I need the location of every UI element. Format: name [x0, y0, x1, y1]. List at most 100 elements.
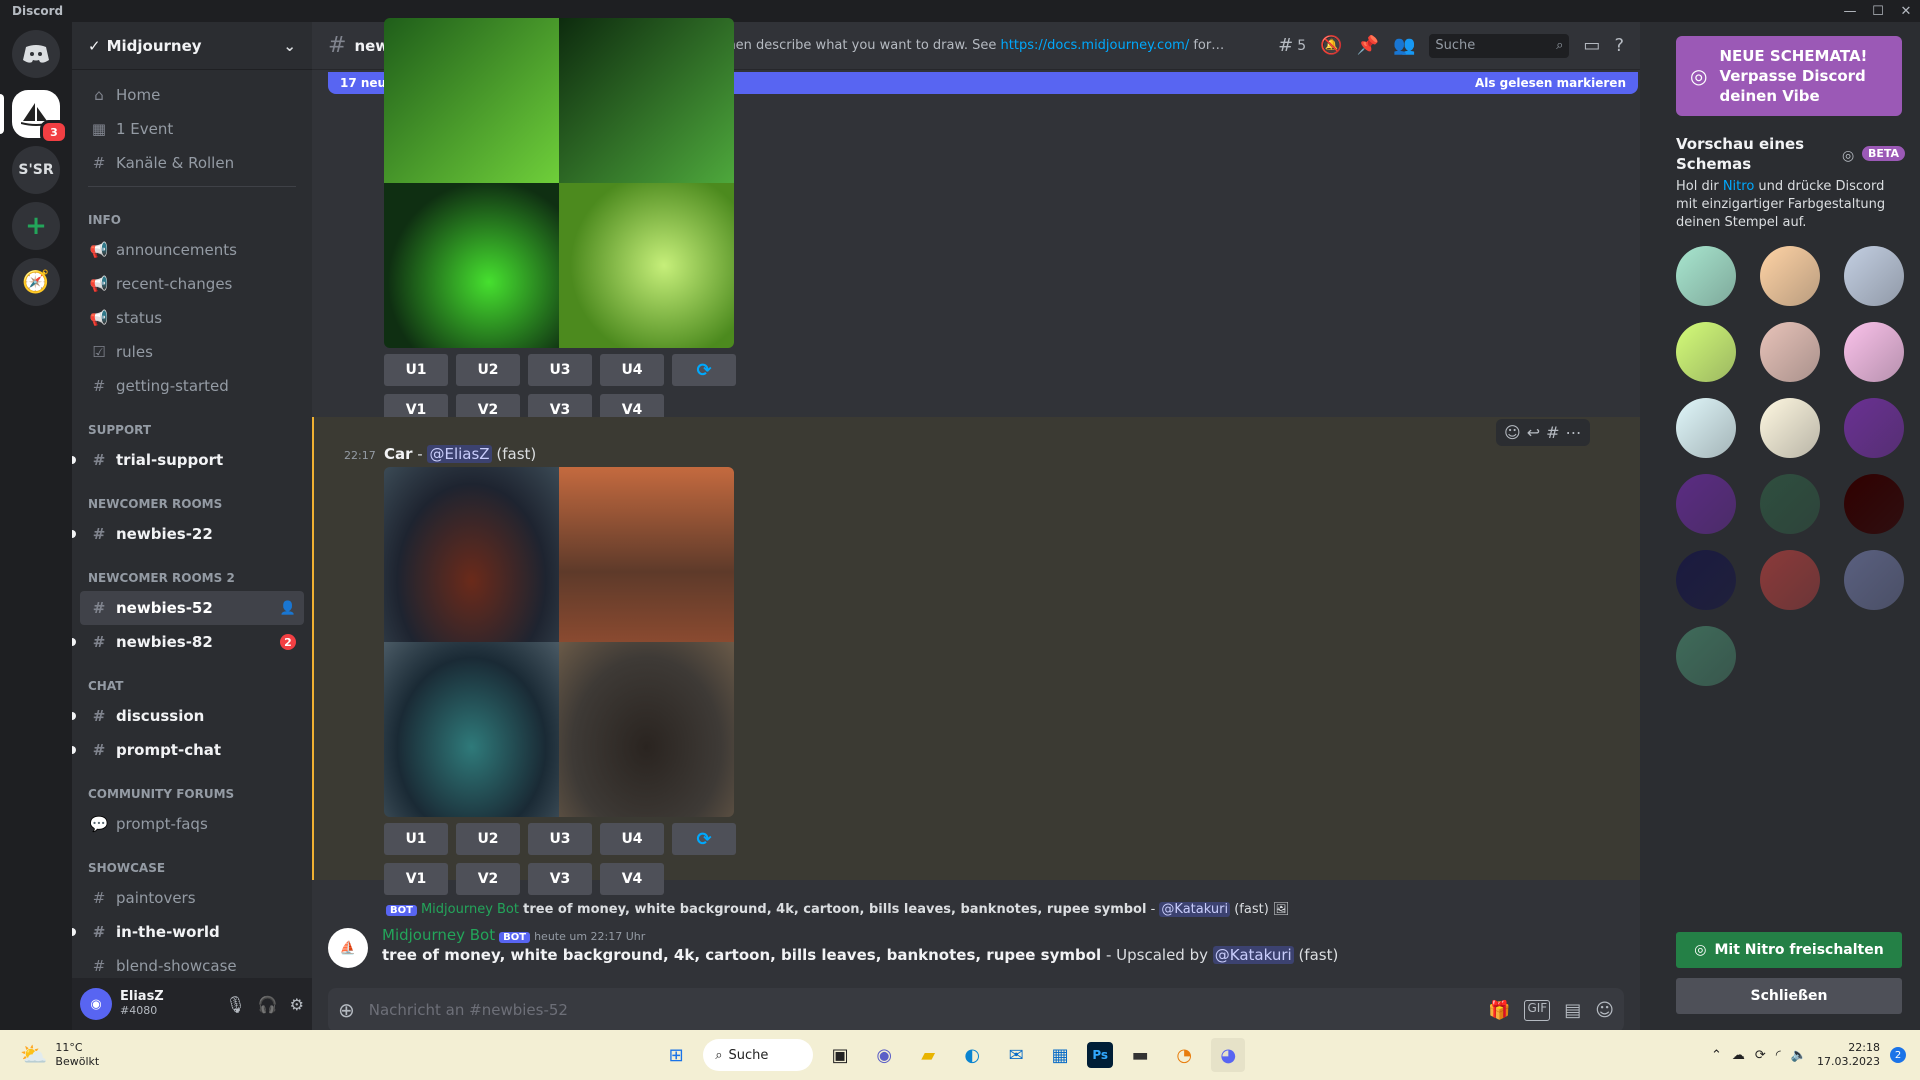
unlock-nitro-button[interactable]: ◎ Mit Nitro freischalten — [1676, 932, 1902, 968]
theme-swatch[interactable] — [1676, 246, 1736, 306]
reply-icon[interactable]: ↩ — [1527, 423, 1540, 442]
sticker-icon[interactable]: ▤ — [1564, 1000, 1581, 1021]
u1-button[interactable]: U1 — [384, 823, 448, 855]
explore-servers-icon[interactable]: 🧭 — [12, 258, 60, 306]
channel-status[interactable]: 📢 status — [80, 301, 304, 335]
user-mention[interactable]: @Katakuri — [1159, 902, 1231, 917]
theme-swatch[interactable] — [1676, 398, 1736, 458]
promo-banner[interactable]: ◎ NEUE SCHEMATA! Verpasse Discord deinen… — [1676, 36, 1902, 116]
grid-image[interactable] — [384, 18, 559, 183]
channel-newbies-82[interactable]: # newbies-82 2 — [72, 625, 304, 659]
maximize-icon[interactable]: ☐ — [1864, 4, 1892, 19]
user-mention[interactable]: @EliasZ — [427, 445, 492, 463]
channel-recent-changes[interactable]: 📢 recent-changes — [80, 267, 304, 301]
category-forums[interactable]: COMMUNITY FORUMS — [72, 767, 312, 807]
channel-paintovers[interactable]: # paintovers — [80, 881, 304, 915]
theme-swatch[interactable] — [1760, 550, 1820, 610]
mark-read-button[interactable]: Als gelesen markieren — [1475, 76, 1626, 90]
u4-button[interactable]: U4 — [600, 354, 664, 386]
reply-reference[interactable]: BOT Midjourney Bot tree of money, white b… — [382, 902, 1289, 917]
sync-icon[interactable]: ⟳ — [1755, 1048, 1766, 1063]
theme-swatch[interactable] — [1760, 398, 1820, 458]
channel-announcements[interactable]: 📢 announcements — [80, 233, 304, 267]
mail-icon[interactable]: ✉ — [999, 1038, 1033, 1072]
image-grid-previous[interactable] — [384, 18, 734, 348]
taskbar-search[interactable]: ⌕ Suche — [703, 1039, 814, 1071]
emoji-icon[interactable]: ☺ — [1595, 1000, 1614, 1021]
nav-home[interactable]: ⌂ Home — [80, 78, 304, 112]
nav-channels-roles[interactable]: # Kanäle & Rollen — [80, 146, 304, 180]
reroll-icon[interactable]: ⟳ — [672, 354, 736, 386]
close-window-icon[interactable]: ✕ — [1892, 4, 1920, 19]
guild-header[interactable]: ✓ Midjourney ⌄ — [72, 22, 312, 70]
add-server-icon[interactable]: + — [12, 202, 60, 250]
theme-swatch[interactable] — [1844, 322, 1904, 382]
theme-swatch[interactable] — [1844, 246, 1904, 306]
bot-avatar[interactable]: ⛵ — [328, 928, 368, 968]
category-support[interactable]: SUPPORT — [72, 403, 312, 443]
notification-badge[interactable]: 2 — [1890, 1047, 1906, 1063]
grid-image[interactable] — [384, 467, 559, 642]
avatar[interactable]: ◉ — [80, 988, 112, 1020]
category-chat[interactable]: CHAT — [72, 659, 312, 699]
theme-swatch[interactable] — [1844, 474, 1904, 534]
message-composer[interactable]: ⊕ Nachricht an #newbies-52 🎁 GIF ▤ ☺ — [328, 988, 1624, 1032]
u3-button[interactable]: U3 — [528, 354, 592, 386]
channel-prompt-faqs[interactable]: 💬 prompt-faqs — [80, 807, 304, 841]
weather-widget[interactable]: 11°C Bewölkt — [55, 1041, 99, 1069]
wifi-icon[interactable]: ◜ — [1776, 1048, 1781, 1063]
theme-swatch[interactable] — [1676, 550, 1736, 610]
theme-swatch[interactable] — [1676, 626, 1736, 686]
grid-image[interactable] — [384, 642, 559, 817]
v2-button[interactable]: V2 — [456, 863, 520, 895]
theme-swatch[interactable] — [1676, 322, 1736, 382]
grid-image[interactable] — [559, 467, 734, 642]
discord-home-icon[interactable] — [12, 30, 60, 78]
bot-author[interactable]: Midjourney Bot — [382, 926, 495, 944]
members-icon[interactable]: 👥 — [1393, 35, 1415, 56]
category-showcase[interactable]: SHOWCASE — [72, 841, 312, 881]
channel-newbies-22[interactable]: # newbies-22 — [72, 517, 304, 551]
windows-start-icon[interactable]: ⊞ — [659, 1038, 693, 1072]
bot-message[interactable]: Midjourney Bot BOT heute um 22:17 Uhr tree… — [382, 926, 1338, 964]
attach-plus-icon[interactable]: ⊕ — [338, 998, 355, 1022]
category-newcomer-2[interactable]: NEWCOMER ROOMS 2 — [72, 551, 312, 591]
volume-icon[interactable]: 🔈 — [1791, 1048, 1807, 1063]
channel-in-the-world[interactable]: # in-the-world — [72, 915, 304, 949]
category-info[interactable]: INFO — [72, 193, 312, 233]
search-input[interactable]: Suche ⌕ — [1429, 33, 1570, 58]
image-grid-car[interactable] — [384, 467, 734, 817]
user-mention[interactable]: @Katakuri — [1212, 946, 1294, 964]
weather-icon[interactable]: ⛅ — [20, 1043, 47, 1068]
v3-button[interactable]: V3 — [528, 863, 592, 895]
channel-prompt-chat[interactable]: # prompt-chat — [72, 733, 304, 767]
thread-icon[interactable]: # — [1546, 423, 1559, 442]
teams-icon[interactable]: ◉ — [867, 1038, 901, 1072]
terminal-icon[interactable]: ▬ — [1123, 1038, 1157, 1072]
channel-trial-support[interactable]: # trial-support — [72, 443, 304, 477]
photoshop-icon[interactable]: Ps — [1087, 1042, 1114, 1068]
headphones-icon[interactable]: 🎧 — [258, 995, 278, 1014]
grid-image[interactable] — [559, 18, 734, 183]
file-explorer-icon[interactable]: ▰ — [911, 1038, 945, 1072]
inbox-icon[interactable]: ▭ — [1583, 35, 1600, 56]
invite-icon[interactable]: 👤 — [280, 601, 296, 616]
discord-taskbar-icon[interactable]: ◕ — [1211, 1038, 1246, 1072]
task-view-icon[interactable]: ▣ — [823, 1038, 857, 1072]
topic-link[interactable]: https://docs.midjourney.com/ — [1001, 38, 1190, 53]
grid-image[interactable] — [559, 642, 734, 817]
threads-icon[interactable]: # — [1278, 35, 1293, 56]
reroll-icon[interactable]: ⟳ — [672, 823, 736, 855]
pin-icon[interactable]: 📌 — [1357, 35, 1379, 56]
nitro-link[interactable]: Nitro — [1723, 179, 1754, 194]
mute-icon[interactable]: 🔕 — [1320, 35, 1342, 56]
u2-button[interactable]: U2 — [456, 354, 520, 386]
cloud-icon[interactable]: ☁ — [1732, 1048, 1745, 1063]
theme-swatch[interactable] — [1760, 246, 1820, 306]
add-reaction-icon[interactable]: ☺ — [1504, 423, 1521, 442]
grid-image[interactable] — [384, 183, 559, 348]
help-icon[interactable]: ? — [1614, 35, 1624, 56]
nav-events[interactable]: ▦ 1 Event — [80, 112, 304, 146]
settings-gear-icon[interactable]: ⚙ — [290, 995, 304, 1014]
u4-button[interactable]: U4 — [600, 823, 664, 855]
